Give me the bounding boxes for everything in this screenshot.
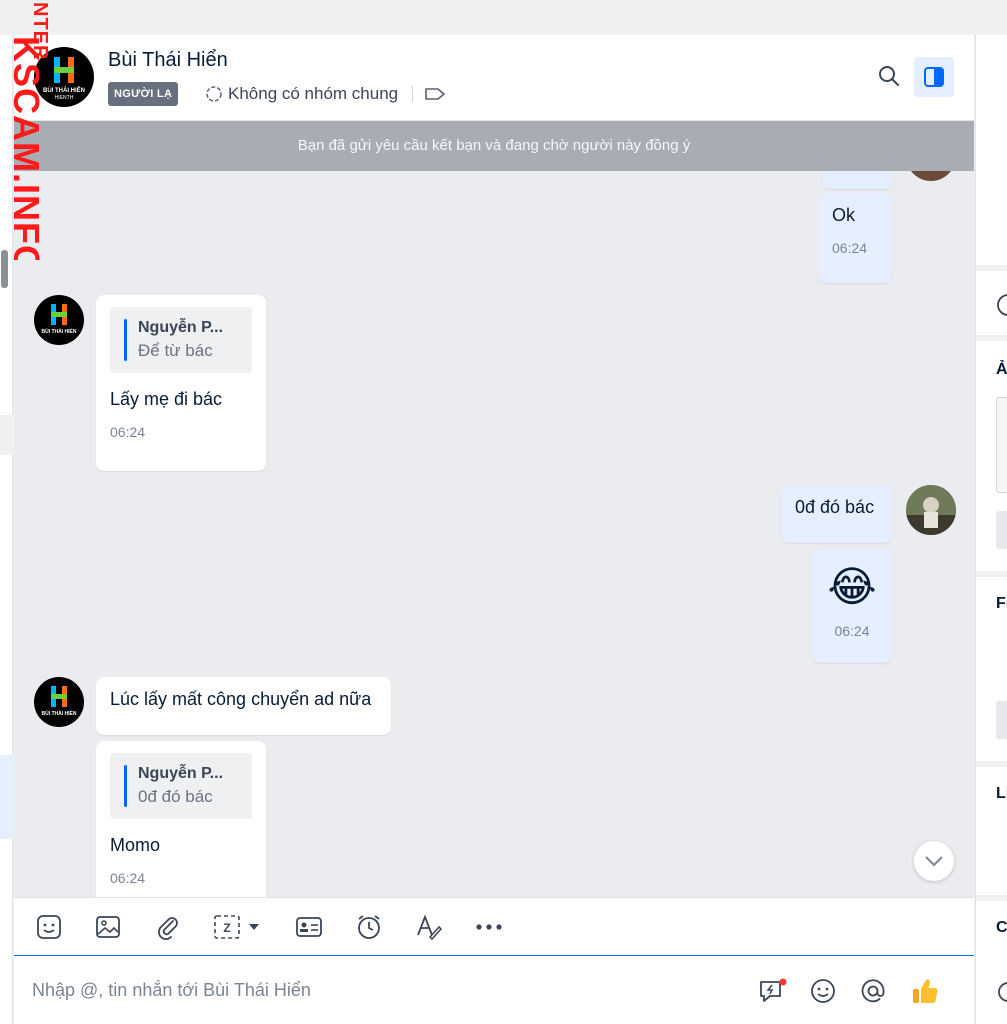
quick-message-button[interactable] (758, 976, 788, 1006)
quick-message-icon (760, 978, 787, 1002)
conversation-info-panel: Ả Fi Li C (975, 35, 1007, 1024)
mention-button[interactable] (858, 976, 888, 1006)
chat-header: BÙI THÁI HIỂN HIENTH Bùi Thái Hiển NGƯỜI… (14, 35, 974, 121)
header-divider (412, 86, 413, 102)
like-button[interactable] (910, 976, 940, 1006)
reminder-icon[interactable] (994, 291, 1007, 319)
self-avatar[interactable] (906, 485, 956, 535)
message-bubble-outgoing[interactable]: Ok 06:24 (818, 193, 892, 283)
message-bubble-incoming[interactable]: Nguyễn P... 0đ đó bác Momo 06:24 (96, 741, 266, 897)
quoted-text: Để từ bác (138, 341, 213, 360)
composer-toolbar: Z (14, 897, 974, 955)
attach-file-button[interactable] (153, 912, 183, 942)
attach-icon (158, 917, 178, 940)
emoji-button[interactable] (808, 976, 838, 1006)
send-image-button[interactable] (93, 912, 123, 942)
more-icon (476, 924, 502, 930)
tag-icon[interactable] (424, 85, 446, 103)
format-text-icon (417, 914, 443, 941)
message-bubble-incoming[interactable]: Nguyễn P... Để từ bác Lấy mẹ đi bác 06:2… (96, 295, 266, 471)
avatar-caption: BÙI THÁI HIỂN (43, 87, 85, 94)
quoted-message[interactable]: Nguyễn P... Để từ bác (110, 307, 252, 373)
message-bubble-incoming[interactable]: Lúc lấy mất công chuyển ad nữa (96, 677, 391, 735)
window-top-strip (0, 0, 1007, 35)
panel-divider (976, 335, 1007, 341)
emoji-message: 😂 (827, 562, 877, 611)
panel-divider (976, 265, 1007, 271)
message-text: Lúc lấy mất công chuyển ad nữa (110, 689, 372, 709)
sticker-button[interactable] (34, 912, 64, 942)
message-bubble-outgoing[interactable]: 0đ đó bác (781, 485, 892, 543)
conversation-list-item-selected[interactable] (0, 755, 13, 839)
panel-section-files[interactable]: Fi (996, 595, 1007, 613)
panel-section-links[interactable]: Li (996, 785, 1007, 803)
quoted-sender: Nguyễn P... (138, 319, 224, 336)
reminder-icon (358, 915, 380, 939)
business-card-icon (296, 917, 322, 937)
chat-window: BÙI THÁI HIỂN HIENTH Bùi Thái Hiển NGƯỜI… (14, 35, 974, 1024)
panel-view-all-button[interactable] (996, 511, 1007, 549)
settings-icon[interactable] (996, 979, 1007, 1005)
conversation-list-item[interactable] (0, 415, 13, 455)
sender-avatar[interactable]: BÙI THÁI HIỂN (34, 677, 84, 727)
mention-icon (861, 979, 885, 1003)
sidebar-toggle-icon (924, 67, 944, 87)
screenshot-button[interactable]: Z (213, 912, 263, 942)
conversation-list-scrollbar[interactable] (1, 250, 8, 288)
toggle-info-panel-button[interactable] (914, 57, 954, 97)
quoted-text: 0đ đó bác (138, 787, 213, 806)
contact-avatar[interactable]: BÙI THÁI HIỂN HIENTH (34, 47, 94, 107)
media-thumbnail[interactable] (996, 397, 1007, 493)
panel-divider (976, 571, 1007, 577)
svg-text:Z: Z (223, 921, 230, 935)
more-options-button[interactable] (474, 912, 504, 942)
avatar-caption: BÙI THÁI HIỂN (42, 328, 77, 335)
community-icon (206, 86, 222, 102)
search-icon (879, 66, 899, 86)
message-time: 06:24 (110, 424, 146, 440)
message-input[interactable] (32, 970, 732, 1010)
format-text-button[interactable] (414, 912, 444, 942)
message-time: 06:24 (832, 240, 868, 256)
scroll-to-bottom-button[interactable] (914, 841, 954, 881)
avatar-caption: BÙI THÁI HIỂN (42, 710, 77, 717)
quoted-message[interactable]: Nguyễn P... 0đ đó bác (110, 753, 252, 819)
friend-request-banner: Bạn đã gửi yêu cầu kết bạn và đang chờ n… (14, 121, 974, 171)
image-icon (96, 916, 120, 938)
reminder-button[interactable] (354, 912, 384, 942)
avatar-sub: HIENTH (55, 95, 74, 101)
panel-divider (976, 761, 1007, 767)
screenshot-icon: Z (214, 915, 259, 939)
message-list: Ok 06:24 BÙI THÁI HIỂN Nguyễn P... Để từ… (14, 171, 974, 897)
message-text: Ok (832, 205, 856, 225)
stranger-badge: NGƯỜI LẠ (108, 82, 179, 106)
panel-section-settings[interactable]: C (996, 919, 1007, 937)
emoji-icon (811, 979, 835, 1003)
message-bubble-partial (822, 171, 892, 189)
message-bubble-outgoing[interactable]: 😂 06:24 (812, 549, 892, 663)
business-card-button[interactable] (294, 912, 324, 942)
self-avatar-partial (906, 171, 956, 181)
chevron-down-icon (925, 856, 943, 867)
message-text: Lấy mẹ đi bác (110, 389, 223, 409)
sticker-icon (37, 915, 61, 939)
conversation-list-edge (0, 35, 13, 1024)
sender-avatar[interactable]: BÙI THÁI HIỂN (34, 295, 84, 345)
panel-divider (976, 895, 1007, 901)
message-text: Momo (110, 835, 161, 855)
contact-name[interactable]: Bùi Thái Hiển (108, 49, 228, 72)
message-text: 0đ đó bác (795, 497, 875, 517)
panel-view-all-button[interactable] (996, 701, 1007, 739)
thumbs-up-icon (913, 979, 938, 1004)
message-time: 06:24 (110, 870, 146, 886)
common-groups-label: Không có nhóm chung (228, 84, 399, 103)
panel-section-media[interactable]: Ả (996, 361, 1007, 379)
message-time: 06:24 (834, 623, 870, 639)
search-button[interactable] (874, 61, 904, 91)
common-groups[interactable]: Không có nhóm chung (204, 82, 398, 106)
composer (14, 955, 974, 1024)
quoted-sender: Nguyễn P... (138, 765, 224, 782)
